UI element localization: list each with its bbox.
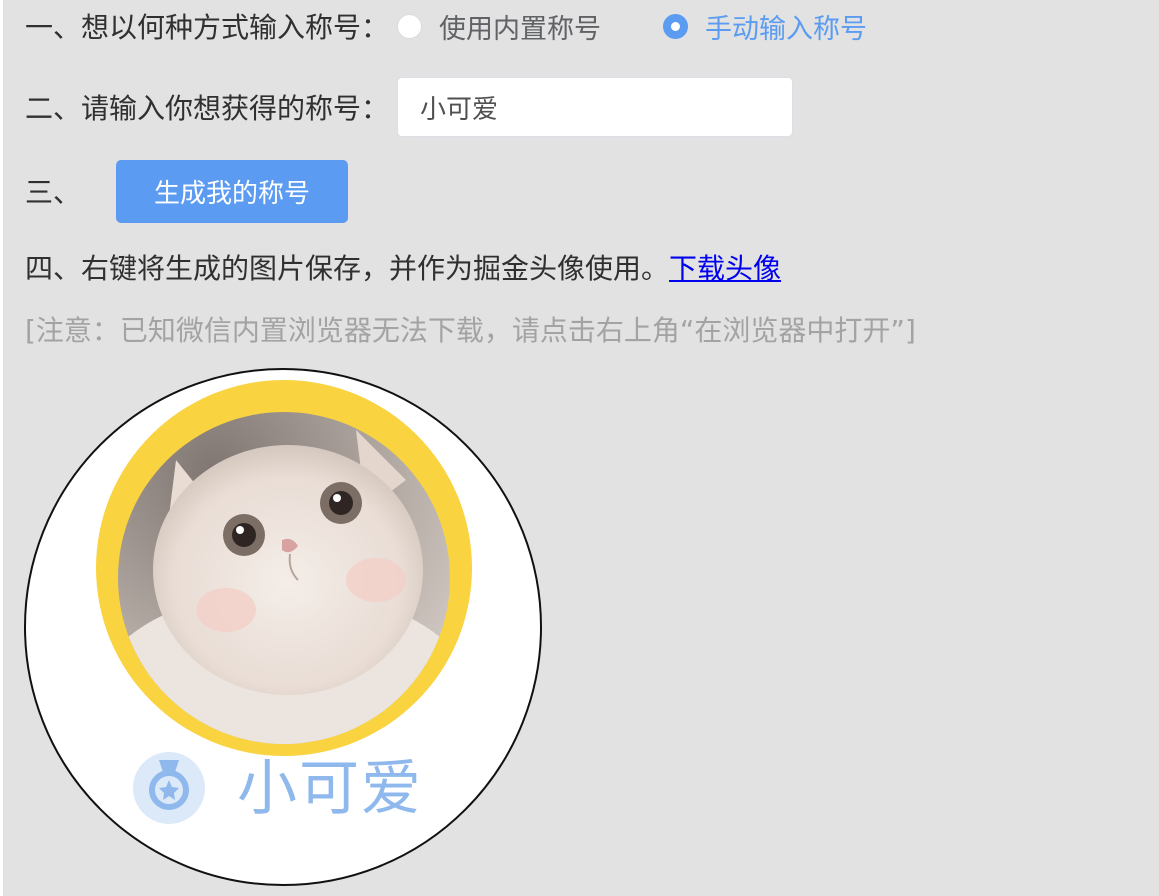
step-save: 四、右键将生成的图片保存，并作为掘金头像使用。 下载头像 xyxy=(25,245,781,289)
generated-avatar[interactable]: 小可爱 xyxy=(24,368,542,886)
radio-manual-circle[interactable] xyxy=(663,13,689,39)
download-avatar-link[interactable]: 下载头像 xyxy=(669,247,781,287)
radio-manual-title[interactable]: 手动输入称号 xyxy=(663,7,867,46)
generate-title-button[interactable]: 生成我的称号 xyxy=(116,159,349,223)
wechat-note: [注意：已知微信内置浏览器无法下载，请点击右上角“在浏览器中打开”] xyxy=(25,307,916,351)
note-text: [注意：已知微信内置浏览器无法下载，请点击右上角“在浏览器中打开”] xyxy=(25,314,916,347)
step-choose-method: 一、想以何种方式输入称号： 使用内置称号 手动输入称号 xyxy=(25,4,867,48)
medal-icon xyxy=(133,752,205,824)
step1-label: 一、想以何种方式输入称号： xyxy=(25,11,390,44)
step2-label: 二、请输入你想获得的称号： xyxy=(25,92,390,125)
title-input[interactable] xyxy=(397,77,794,137)
avatar-title-text: 小可爱 xyxy=(237,754,423,824)
radio-checked-dot xyxy=(671,21,681,31)
step-generate: 三、 生成我的称号 xyxy=(25,159,349,223)
radio-builtin-label[interactable]: 使用内置称号 xyxy=(439,7,601,46)
radio-manual-label[interactable]: 手动输入称号 xyxy=(705,7,867,46)
radio-builtin-title[interactable]: 使用内置称号 xyxy=(397,7,601,46)
generator-page: 一、想以何种方式输入称号： 使用内置称号 手动输入称号 二、请输入你想获得的称号… xyxy=(3,0,1159,896)
step-enter-title: 二、请输入你想获得的称号： xyxy=(25,77,794,137)
step4-label: 四、右键将生成的图片保存，并作为掘金头像使用。 xyxy=(25,252,670,285)
radio-builtin-circle[interactable] xyxy=(397,13,423,39)
step3-label: 三、 xyxy=(25,176,82,209)
